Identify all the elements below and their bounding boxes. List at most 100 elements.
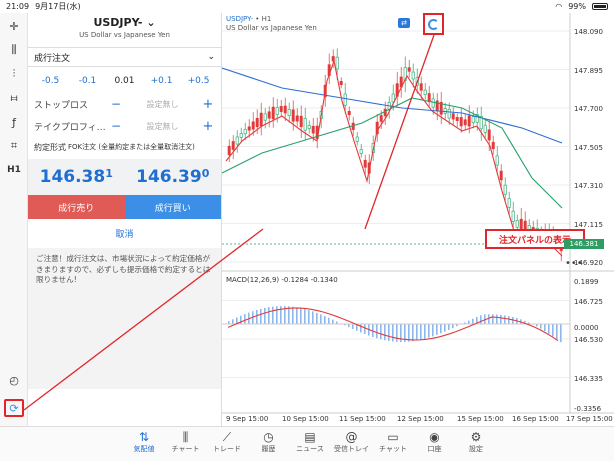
clock: 21:09 (6, 2, 30, 11)
time-axis-label: 9 Sep 15:00 (226, 415, 269, 423)
volume-plus-01[interactable]: +0.1 (143, 76, 180, 86)
function-icon[interactable]: ƒ (4, 113, 24, 131)
candle-type-icon[interactable]: ⫼ (4, 41, 24, 59)
inbox-icon: @ (345, 430, 358, 444)
chart-symbol-info: USDJPY- • H1 US Dollar vs Japanese Yen (226, 15, 317, 34)
analysis-icon[interactable]: ◴ (4, 371, 24, 389)
stop-loss-minus-button[interactable]: − (108, 97, 124, 111)
execution-label: 約定形式 (34, 142, 66, 152)
quote-display: 146.381 146.390 (28, 159, 221, 195)
nav-label: チャート (171, 445, 200, 453)
time-axis-label: 17 Sep 15:00 (566, 415, 613, 423)
order-type-value: 成行注文 (34, 53, 71, 64)
left-toolbar: ✛ ⫼ ⫶ ⧦ ƒ ⌗ H1 ◴ ⟳ (0, 13, 28, 426)
nav-settings[interactable]: ⚙ 設定 (456, 430, 496, 454)
price-axis-label: 148.090 (574, 28, 603, 36)
battery-percent: 99% (568, 2, 586, 11)
nav-label: 気配値 (133, 445, 155, 453)
market-sell-button[interactable]: 成行売り (28, 195, 125, 219)
chart-timeframe: • H1 (255, 15, 272, 23)
nav-label: トレード (213, 445, 241, 453)
stop-loss-value[interactable]: 設定無し (124, 99, 201, 110)
execution-type: 約定形式 FOK注文 (全量約定または全量取消注文) (28, 137, 221, 157)
bid-price: 146.381 (39, 167, 113, 187)
market-buy-button[interactable]: 成行買い (124, 195, 221, 219)
bottom-nav: ⇅ 気配値 ⫼ チャート ⟋ トレード ◷ 履歴 ▤ ニュース @ 受信トレイ ▭ チャット ◉ 口座 ⚙ 設定 (0, 426, 614, 461)
time-axis-label: 12 Sep 15:00 (397, 415, 444, 423)
take-profit-row: テイクプロフィ… − 設定無し + (28, 115, 221, 137)
volume-stepper: -0.5 -0.1 0.01 +0.1 +0.5 (28, 69, 221, 93)
price-axis-label: 147.895 (574, 66, 603, 75)
settings-icon: ⚙ (470, 430, 482, 444)
volume-value[interactable]: 0.01 (106, 76, 143, 86)
nav-label: 履歴 (261, 445, 276, 453)
chart-icon: ⫼ (182, 430, 189, 444)
stop-loss-label: ストップロス (34, 100, 89, 111)
loading-spinner-icon (423, 13, 444, 35)
battery-icon (592, 3, 608, 10)
take-profit-label: テイクプロフィ… (34, 122, 106, 133)
time-axis-label: 11 Sep 15:00 (339, 415, 386, 423)
time-axis-label: 15 Sep 15:00 (457, 415, 504, 423)
nav-label: チャット (379, 445, 407, 453)
price-axis-label: 147.115 (574, 220, 603, 229)
one-click-trading-icon[interactable]: ⇄ (398, 18, 410, 28)
nav-label: 設定 (469, 445, 483, 453)
drawing-icon[interactable]: ⌗ (4, 137, 24, 155)
price-axis-label: 146.725 (574, 297, 603, 306)
nav-label: ニュース (296, 445, 324, 453)
order-panel: USDJPY- ⌄ US Dollar vs Japanese Yen 成行注文… (28, 13, 222, 426)
volume-minus-05[interactable]: -0.5 (32, 76, 69, 86)
current-price-tag: 146.381 (564, 239, 604, 249)
price-axis-label: 146.335 (574, 374, 603, 383)
nav-chat[interactable]: ▭ チャット (373, 430, 413, 454)
execution-value: FOK注文 (全量約定または全量取消注文) (68, 143, 195, 151)
chart-symbol: USDJPY- (226, 15, 254, 23)
price-axis-label: 147.505 (574, 143, 603, 152)
ask-price: 146.390 (136, 167, 210, 187)
volume-minus-01[interactable]: -0.1 (69, 76, 106, 86)
news-icon: ▤ (304, 430, 316, 444)
symbol-selector[interactable]: USDJPY- ⌄ (28, 16, 221, 29)
order-notice: ご注意！成行注文は、市場状況によって約定価格がきまりますので、必ずしも提示価格で… (28, 248, 221, 389)
stop-loss-plus-button[interactable]: + (201, 97, 215, 112)
macd-label: MACD(12,26,9) -0.1284 -0.1340 (226, 276, 338, 284)
chevron-down-icon: ⌄ (146, 16, 156, 29)
nav-trade[interactable]: ⟋ トレード (207, 430, 247, 454)
price-axis-label: 146.530 (574, 336, 603, 344)
stop-loss-row: ストップロス − 設定無し + (28, 93, 221, 115)
macd-axis-label: 0.0000 (574, 324, 599, 332)
indicator-icon[interactable]: ⫶ (4, 65, 24, 83)
macd-axis-label: -0.3356 (574, 405, 602, 413)
nav-news[interactable]: ▤ ニュース (290, 430, 330, 454)
status-bar: 21:09 9月17日(水) ◠ 99% (0, 0, 614, 13)
timeframe-label[interactable]: H1 (4, 161, 24, 179)
nav-history[interactable]: ◷ 履歴 (249, 430, 289, 454)
nav-account[interactable]: ◉ 口座 (415, 430, 455, 454)
macd-axis-label: 0.1899 (574, 278, 599, 286)
volume-plus-05[interactable]: +0.5 (180, 76, 217, 86)
nav-inbox[interactable]: @ 受信トレイ (332, 430, 372, 454)
cancel-button[interactable]: 取消 (28, 219, 221, 248)
nav-chart[interactable]: ⫼ チャート (166, 430, 206, 454)
take-profit-minus-button[interactable]: − (108, 119, 124, 133)
chat-icon: ▭ (387, 430, 399, 444)
price-axis-label: 147.700 (574, 105, 603, 113)
order-type-select[interactable]: 成行注文 ⌄ (28, 47, 221, 67)
take-profit-value[interactable]: 設定無し (124, 121, 201, 132)
chart-area[interactable]: USDJPY- • H1 US Dollar vs Japanese Yen ⇄… (222, 13, 614, 426)
history-icon: ◷ (263, 430, 274, 444)
nav-quotes[interactable]: ⇅ 気配値 (124, 430, 164, 454)
nav-label: 受信トレイ (334, 445, 369, 453)
crosshair-icon[interactable]: ✛ (4, 17, 24, 35)
time-axis-label: 10 Sep 15:00 (282, 415, 329, 423)
take-profit-plus-button[interactable]: + (201, 119, 215, 134)
time-axis-label: 16 Sep 15:00 (512, 415, 559, 423)
date: 9月17日(水) (35, 2, 81, 11)
settings-slider-icon[interactable]: ⧦ (4, 89, 24, 107)
chart-symbol-desc: US Dollar vs Japanese Yen (226, 24, 317, 33)
price-chart[interactable] (222, 13, 614, 426)
wifi-icon: ◠ (555, 2, 563, 11)
account-icon: ◉ (429, 430, 440, 444)
order-panel-toggle-icon[interactable]: ⟳ (4, 399, 24, 417)
